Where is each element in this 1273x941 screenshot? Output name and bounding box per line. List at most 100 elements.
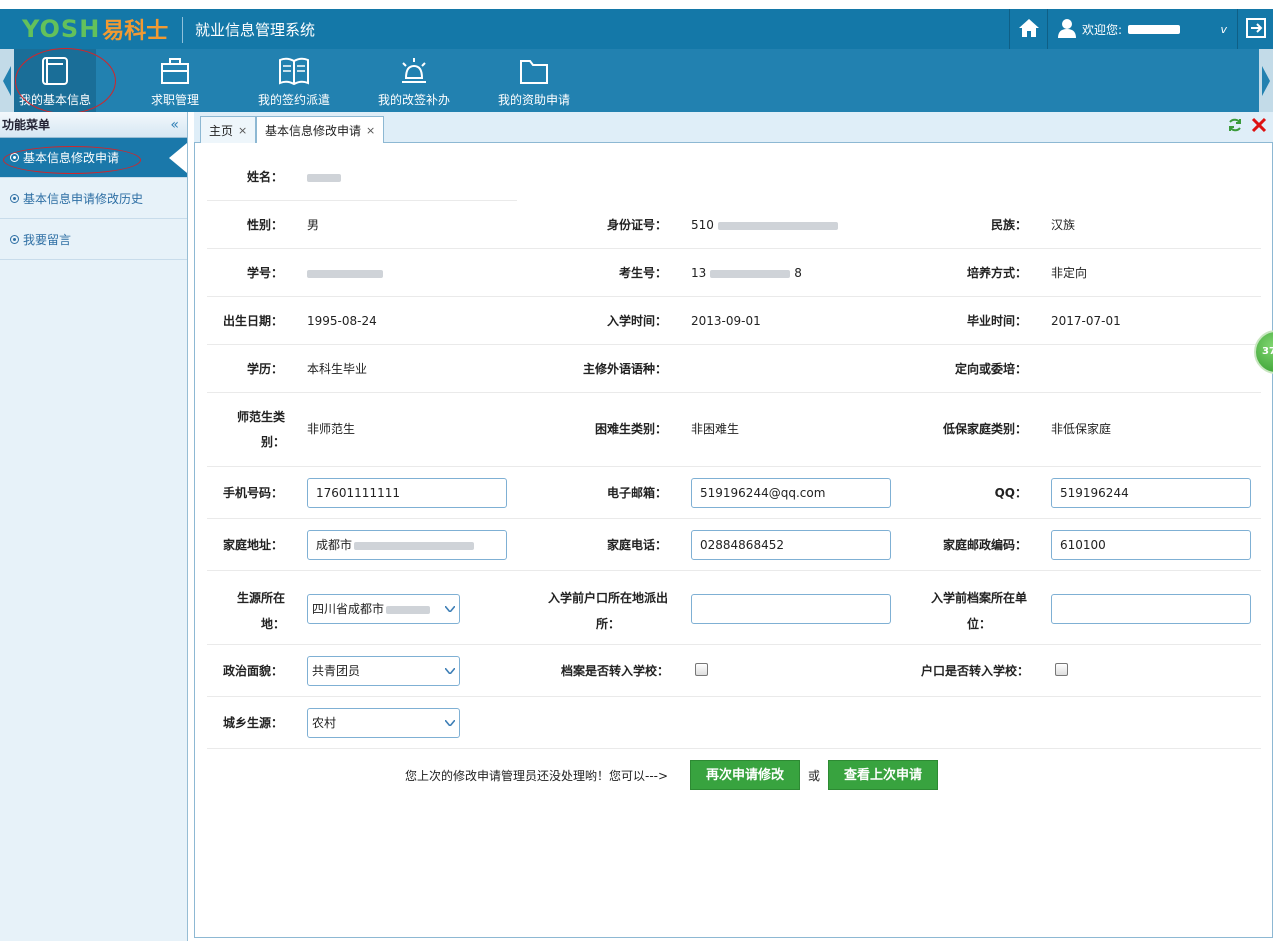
- tab-bar: 主页 × 基本信息修改申请 ×: [194, 112, 1273, 144]
- birth-value: 1995-08-24: [307, 314, 377, 328]
- content-panel: 姓名： 性别： 男 身份证号： 510 民族： 汉族 学号： 考生号： 13 8 …: [194, 143, 1273, 938]
- form-row-dates: 出生日期： 1995-08-24 入学时间： 2013-09-01 毕业时间： …: [207, 297, 1261, 345]
- nav-item-reissue[interactable]: 我的改签补办: [372, 49, 456, 112]
- hukou-transfer-label: 户口是否转入学校：: [920, 664, 1029, 678]
- training-label: 培养方式：: [966, 266, 1027, 280]
- birth-label: 出生日期：: [222, 314, 283, 328]
- username-redacted: [1128, 24, 1181, 34]
- political-select[interactable]: 共青团员: [307, 656, 460, 686]
- tab-edit-request[interactable]: 基本信息修改申请 ×: [256, 116, 385, 144]
- nav-item-label: 我的签约派遣: [257, 93, 330, 107]
- archive-unit-label: 入学前档案所在单位：: [930, 591, 1027, 631]
- briefcase-icon: [157, 53, 193, 89]
- chevron-down-icon: [441, 657, 459, 685]
- postcode-input[interactable]: 610100: [1051, 530, 1251, 560]
- qq-input[interactable]: 519196244: [1051, 478, 1251, 508]
- home-icon: [1018, 18, 1040, 41]
- form-row-education: 学历： 本科生毕业 主修外语语种： 定向或委培：: [207, 345, 1261, 393]
- form-row-categories: 师范生类别： 非师范生 困难生类别： 非困难生 低保家庭类别： 非低保家庭: [207, 393, 1261, 467]
- address-input[interactable]: 成都市: [307, 530, 507, 560]
- origin-select[interactable]: 四川省成都市: [307, 594, 460, 624]
- form-row-name: 姓名：: [207, 155, 517, 201]
- edu-value: 本科生毕业: [307, 362, 368, 376]
- gender-label: 性别：: [246, 218, 283, 232]
- collapse-icon[interactable]: «: [170, 117, 179, 133]
- sidebar-title: 功能菜单: [2, 118, 51, 132]
- qq-label: QQ：: [994, 486, 1027, 500]
- homephone-input[interactable]: 02884868452: [691, 530, 891, 560]
- email-label: 电子邮箱：: [606, 486, 667, 500]
- radio-dot-icon: [10, 234, 19, 244]
- gender-value: 男: [307, 218, 320, 232]
- mobile-label: 手机号码：: [222, 486, 283, 500]
- alarm-light-icon: [396, 53, 432, 89]
- header-actions: 欢迎您: v: [1009, 9, 1273, 49]
- open-book-icon: [276, 53, 312, 89]
- exam-no-label: 考生号：: [618, 266, 667, 280]
- view-last-button[interactable]: 查看上次申请: [828, 760, 938, 790]
- form-row-urban: 城乡生源： 农村: [207, 697, 1261, 749]
- name-value-redacted: [307, 166, 341, 188]
- pending-notice: 您上次的修改申请管理员还没处理哟！您可以--->: [405, 769, 669, 783]
- mobile-input[interactable]: 17601111111: [307, 478, 507, 508]
- form-row-political: 政治面貌： 共青团员 档案是否转入学校： 户口是否转入学校：: [207, 645, 1261, 697]
- nav-item-aid[interactable]: 我的资助申请: [492, 49, 576, 112]
- logout-button[interactable]: [1237, 9, 1273, 49]
- normal-value: 非师范生: [307, 422, 356, 436]
- lowincome-label: 低保家庭类别：: [942, 422, 1027, 436]
- chevron-down-icon: [441, 595, 459, 623]
- nav-scroll-left[interactable]: [0, 49, 14, 112]
- hukou-transfer-checkbox[interactable]: [1055, 663, 1068, 676]
- student-no-redacted: [307, 262, 383, 284]
- highlight-circle-nav: [15, 48, 116, 114]
- system-name: 就业信息管理系统: [182, 17, 315, 43]
- radio-dot-icon: [10, 193, 19, 203]
- grad-value: 2017-07-01: [1051, 314, 1121, 328]
- tab-close-icon[interactable]: ×: [238, 124, 247, 137]
- folder-icon: [516, 53, 552, 89]
- sidebar-header: 功能菜单 «: [0, 112, 187, 138]
- form-row-address: 家庭地址： 成都市 家庭电话： 02884868452 家庭邮政编码： 6101…: [207, 519, 1261, 571]
- enroll-value: 2013-09-01: [691, 314, 761, 328]
- lang-label: 主修外语语种：: [582, 362, 667, 376]
- urban-select[interactable]: 农村: [307, 708, 460, 738]
- brand-text-cn: 易科士: [102, 19, 169, 44]
- sidebar-item-edit-history[interactable]: 基本信息申请修改历史: [0, 178, 187, 219]
- ethnicity-value: 汉族: [1051, 218, 1076, 232]
- normal-label: 师范生类别：: [236, 410, 285, 449]
- nav-item-contract[interactable]: 我的签约派遣: [252, 49, 336, 112]
- address-label: 家庭地址：: [222, 538, 283, 552]
- urban-label: 城乡生源：: [222, 716, 283, 730]
- reapply-button[interactable]: 再次申请修改: [690, 760, 800, 790]
- nav-scroll-right[interactable]: [1259, 49, 1273, 112]
- user-dropdown-indicator[interactable]: v: [1220, 23, 1227, 36]
- hukou-station-input[interactable]: [691, 594, 891, 624]
- welcome-text: 欢迎您:: [1082, 22, 1123, 37]
- training-value: 非定向: [1051, 266, 1088, 280]
- student-no-label: 学号：: [246, 266, 283, 280]
- tab-tools: [1227, 117, 1267, 136]
- lowincome-value: 非低保家庭: [1051, 422, 1112, 436]
- nav-item-job-search[interactable]: 求职管理: [140, 49, 210, 112]
- sidebar-item-message[interactable]: 我要留言: [0, 219, 187, 260]
- refresh-icon[interactable]: [1227, 117, 1243, 136]
- origin-label: 生源所在地：: [236, 591, 285, 631]
- logo: YOSH 易科士: [22, 14, 168, 44]
- home-button[interactable]: [1009, 9, 1047, 49]
- form-row-origin: 生源所在地： 四川省成都市 入学前户口所在地派出所： 入学前档案所在单位：: [207, 571, 1261, 645]
- user-menu[interactable]: 欢迎您: v: [1047, 9, 1237, 49]
- email-input[interactable]: 519196244@qq.com: [691, 478, 891, 508]
- form-row-contact: 手机号码： 17601111111 电子邮箱： 519196244@qq.com…: [207, 467, 1261, 519]
- form-row-student-no: 学号： 考生号： 13 8 培养方式： 非定向: [207, 249, 1261, 297]
- nav-item-label: 我的改签补办: [377, 93, 450, 107]
- brand-text: YOSH: [22, 15, 101, 43]
- ethnicity-label: 民族：: [990, 218, 1027, 232]
- tab-close-icon[interactable]: ×: [366, 124, 375, 137]
- archive-transfer-checkbox[interactable]: [695, 663, 708, 676]
- tab-home[interactable]: 主页 ×: [200, 116, 257, 143]
- sidebar: 功能菜单 « 基本信息修改申请 基本信息申请修改历史 我要留言: [0, 112, 188, 941]
- archive-unit-input[interactable]: [1051, 594, 1251, 624]
- hukou-station-label: 入学前户口所在地派出所：: [547, 591, 668, 631]
- archive-transfer-label: 档案是否转入学校：: [560, 664, 669, 678]
- close-all-icon[interactable]: [1251, 117, 1267, 136]
